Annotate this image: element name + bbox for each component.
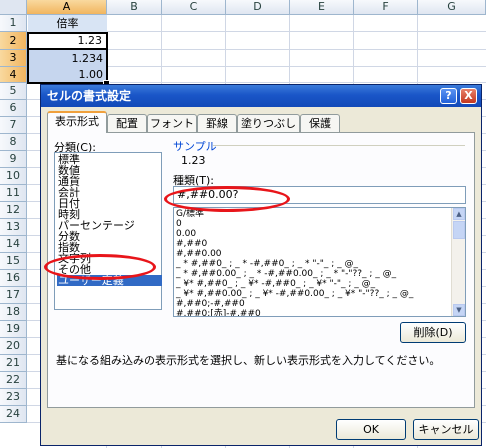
row-header[interactable]: 14 [0, 236, 27, 253]
format-item[interactable]: #,##0.00 [176, 249, 222, 259]
column-header-b[interactable]: B [107, 0, 162, 15]
row-header[interactable]: 10 [0, 168, 27, 185]
close-button[interactable]: X [460, 88, 477, 104]
scroll-up-icon[interactable]: ▲ [453, 208, 465, 220]
scroll-down-icon[interactable]: ▼ [453, 304, 465, 316]
row-header[interactable]: 21 [0, 355, 27, 372]
format-item[interactable]: _ * #,##0_ ; _ * -#,##0_ ; _ * "-"_ ; _ … [176, 259, 358, 269]
row-header[interactable]: 5 [0, 83, 27, 100]
tab-fill[interactable]: 塗りつぶし [237, 114, 300, 132]
format-item[interactable]: 0 [176, 219, 182, 229]
tab-protection[interactable]: 保護 [300, 114, 340, 132]
column-header-d[interactable]: D [226, 0, 290, 15]
delete-button[interactable]: 削除(D) [400, 322, 466, 343]
selection-border [27, 32, 108, 84]
row-header[interactable]: 20 [0, 338, 27, 355]
annotation-oval-custom [44, 254, 156, 280]
row-header[interactable]: 16 [0, 270, 27, 287]
row-header[interactable]: 4 [0, 67, 27, 83]
row-header[interactable]: 3 [0, 50, 27, 67]
format-item[interactable]: #,##0;-#,##0 [176, 299, 245, 309]
column-header-e[interactable]: E [290, 0, 354, 15]
row-header[interactable]: 7 [0, 117, 27, 134]
hint-text: 基になる組み込みの表示形式を選択し、新しい表示形式を入力してください。 [56, 354, 441, 367]
format-list[interactable]: G/標準 0 0.00 #,##0 #,##0.00 _ * #,##0_ ; … [173, 207, 466, 317]
ok-button[interactable]: OK [336, 419, 406, 440]
tab-number-format[interactable]: 表示形式 [47, 111, 107, 133]
format-list-scrollbar[interactable]: ▲ ▼ [451, 208, 465, 316]
annotation-oval-type [164, 186, 290, 212]
format-item[interactable]: _ ¥* #,##0.00_ ; _ ¥* -#,##0.00_ ; _ ¥* … [176, 289, 413, 299]
tab-border[interactable]: 罫線 [197, 114, 237, 132]
row-header[interactable]: 19 [0, 321, 27, 338]
row-header[interactable]: 6 [0, 100, 27, 117]
column-header-f[interactable]: F [354, 0, 418, 15]
cell-a1[interactable]: 倍率 [28, 15, 107, 32]
category-list[interactable]: 標準 数値 通貨 会計 日付 時刻 パーセンテージ 分数 指数 文字列 その他 … [54, 152, 162, 310]
row-header[interactable]: 8 [0, 134, 27, 151]
column-header-g[interactable]: G [418, 0, 486, 15]
column-header-a[interactable]: A [27, 0, 107, 15]
row-header[interactable]: 17 [0, 287, 27, 304]
format-item[interactable]: _ ¥* #,##0_ ; _ ¥* -#,##0_ ; _ ¥* "-"_ ;… [176, 279, 375, 289]
dialog-title: セルの書式設定 [41, 85, 481, 107]
tab-font[interactable]: フォント [147, 114, 197, 132]
row-header[interactable]: 11 [0, 185, 27, 202]
help-button[interactable]: ? [440, 88, 457, 104]
row-header[interactable]: 1 [0, 15, 27, 32]
row-header[interactable]: 15 [0, 253, 27, 270]
format-item[interactable]: #,##0;[赤]-#,##0 [176, 309, 261, 316]
sample-value: 1.23 [181, 154, 206, 167]
row-header[interactable]: 13 [0, 219, 27, 236]
sample-label: サンプル [173, 140, 217, 153]
sample-group-line [213, 145, 465, 146]
column-header-c[interactable]: C [162, 0, 226, 15]
row-header[interactable]: 22 [0, 372, 27, 389]
row-header[interactable]: 23 [0, 389, 27, 406]
row-header[interactable]: 12 [0, 202, 27, 219]
tab-alignment[interactable]: 配置 [107, 114, 147, 132]
row-header[interactable]: 24 [0, 406, 27, 423]
row-header[interactable]: 18 [0, 304, 27, 321]
cancel-button[interactable]: キャンセル [413, 419, 479, 440]
row-header[interactable]: 2 [0, 32, 27, 50]
format-item[interactable]: #,##0 [176, 239, 207, 249]
format-item[interactable]: _ * #,##0.00_ ; _ * -#,##0.00_ ; _ * "-"… [176, 269, 396, 279]
scroll-thumb[interactable] [453, 221, 465, 239]
format-item[interactable]: 0.00 [176, 229, 196, 239]
select-all-corner[interactable] [0, 0, 27, 15]
row-header[interactable]: 9 [0, 151, 27, 168]
